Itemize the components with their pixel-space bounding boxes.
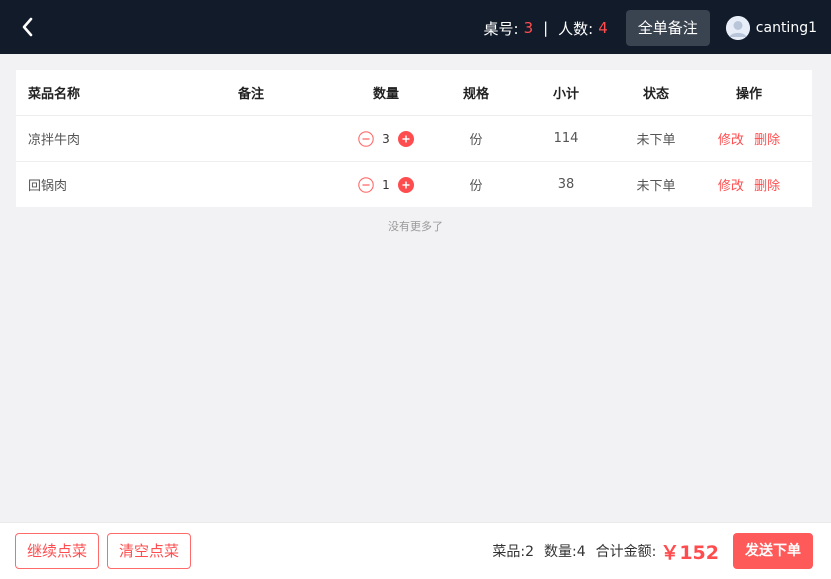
edit-link[interactable]: 修改: [718, 179, 744, 194]
col-header-name: 菜品名称: [28, 87, 81, 102]
avatar: [725, 16, 750, 40]
dish-name: 凉拌牛肉: [28, 133, 81, 148]
top-bar: 桌号: 3 | 人数: 4 全单备注 canting1: [0, 0, 831, 54]
dish-count: 菜品:2: [492, 544, 534, 560]
user-menu[interactable]: canting1: [725, 16, 817, 40]
username: canting1: [755, 20, 817, 36]
col-header-status: 状态: [642, 87, 669, 102]
no-more-text: 没有更多了: [388, 220, 443, 233]
dish-status: 未下单: [636, 179, 676, 194]
header-separator: |: [543, 19, 549, 37]
table-number-label: 桌号:: [483, 19, 519, 38]
delete-link[interactable]: 删除: [754, 179, 780, 194]
people-count-value: 4: [598, 19, 608, 37]
chevron-left-icon: [22, 17, 33, 37]
quantity-stepper: 3: [326, 130, 446, 147]
dish-status: 未下单: [636, 133, 676, 148]
dish-subtotal: 38: [557, 177, 575, 192]
minus-circle-icon: [358, 176, 374, 193]
minus-button[interactable]: [358, 176, 374, 193]
order-summary: 菜品:2 数量:4 合计金额: ￥152: [482, 533, 719, 569]
minus-button[interactable]: [358, 130, 374, 147]
col-header-quantity: 数量: [372, 87, 399, 102]
quantity-value: 3: [382, 131, 390, 146]
table-row: 回锅肉 1 份 38 未下单 修改 删除: [16, 162, 812, 207]
header-info: 桌号: 3 | 人数: 4 全单备注 canting1: [483, 10, 817, 46]
table-header: 菜品名称 备注 数量 规格 小计 状态 操作: [16, 70, 812, 116]
edit-link[interactable]: 修改: [718, 133, 744, 148]
user-avatar-icon: [725, 16, 750, 40]
order-remark-button[interactable]: 全单备注: [625, 10, 710, 46]
back-button[interactable]: [16, 15, 40, 39]
col-header-subtotal: 小计: [552, 87, 579, 102]
dish-subtotal: 114: [553, 131, 579, 146]
send-order-button[interactable]: 发送下单: [733, 533, 813, 569]
people-count-label: 人数:: [558, 19, 594, 38]
delete-link[interactable]: 删除: [754, 133, 780, 148]
col-header-actions: 操作: [735, 87, 762, 102]
quantity-stepper: 1: [326, 176, 446, 193]
col-header-remark: 备注: [238, 87, 265, 102]
bottom-bar: 继续点菜 清空点菜 菜品:2 数量:4 合计金额: ￥152 发送下单: [0, 522, 831, 579]
dish-spec: 份: [469, 133, 483, 148]
order-table: 菜品名称 备注 数量 规格 小计 状态 操作 凉拌牛肉 3 份 114 未下单 …: [16, 70, 812, 207]
dish-name: 回锅肉: [28, 179, 68, 194]
plus-button[interactable]: [398, 176, 414, 193]
row-actions: 修改 删除: [686, 129, 812, 148]
clear-order-button[interactable]: 清空点菜: [107, 533, 192, 569]
col-header-spec: 规格: [462, 87, 489, 102]
total-amount: ￥152: [660, 541, 719, 564]
plus-button[interactable]: [398, 130, 414, 147]
row-actions: 修改 删除: [686, 175, 812, 194]
dish-spec: 份: [469, 179, 483, 194]
plus-circle-icon: [398, 176, 414, 193]
item-quantity: 数量:4: [543, 544, 586, 560]
minus-circle-icon: [358, 130, 374, 147]
continue-ordering-button[interactable]: 继续点菜: [15, 533, 100, 569]
total-label: 合计金额:: [595, 544, 657, 560]
plus-circle-icon: [398, 130, 414, 147]
table-number-value: 3: [523, 19, 534, 37]
table-row: 凉拌牛肉 3 份 114 未下单 修改 删除: [16, 116, 812, 162]
quantity-value: 1: [382, 177, 390, 192]
